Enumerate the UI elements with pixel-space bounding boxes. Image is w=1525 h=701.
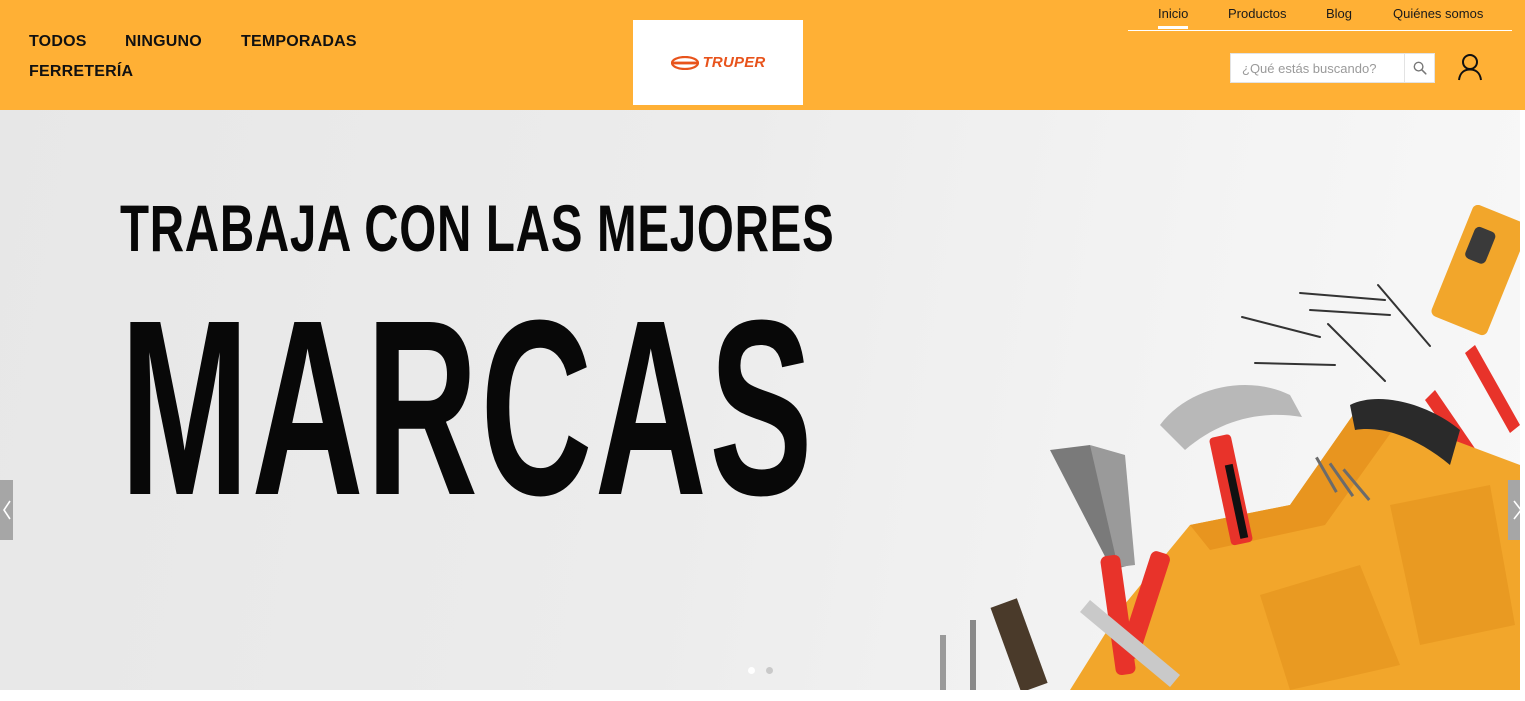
carousel-next-button[interactable] xyxy=(1508,480,1520,540)
carousel-dot-1[interactable] xyxy=(748,667,755,674)
tools-illustration xyxy=(940,205,1520,690)
search-button[interactable] xyxy=(1404,54,1435,82)
carousel-prev-button[interactable] xyxy=(0,480,13,540)
category-ninguno[interactable]: NINGUNO xyxy=(125,33,202,51)
logo-mark: TRUPER xyxy=(670,54,766,71)
hero-headline-small: TRABAJA CON LAS MEJORES xyxy=(120,191,835,265)
site-header: TODOS NINGUNO TEMPORADAS FERRETERÍA TRUP… xyxy=(0,0,1525,110)
category-temporadas[interactable]: TEMPORADAS xyxy=(241,33,357,51)
carousel-dot-2[interactable] xyxy=(766,667,773,674)
nav-inicio[interactable]: Inicio xyxy=(1158,6,1188,21)
nav-blog[interactable]: Blog xyxy=(1326,6,1352,21)
search-icon xyxy=(1413,61,1427,75)
chevron-right-icon xyxy=(1512,500,1520,520)
category-todos[interactable]: TODOS xyxy=(29,33,87,51)
hero-headline-large: MARCAS xyxy=(120,268,816,547)
screwdrivers-graphic xyxy=(940,598,1048,690)
hero-carousel: TRABAJA CON LAS MEJORES MARCAS xyxy=(0,110,1520,690)
nails-graphic xyxy=(1241,284,1431,382)
search-input[interactable] xyxy=(1231,54,1404,82)
nav-active-indicator xyxy=(1158,26,1188,29)
category-ferreteria[interactable]: FERRETERÍA xyxy=(29,63,133,81)
user-icon xyxy=(1458,54,1482,81)
user-account-button[interactable] xyxy=(1455,52,1485,82)
nav-productos[interactable]: Productos xyxy=(1228,6,1287,21)
chevron-left-icon xyxy=(2,500,11,520)
brand-logo[interactable]: TRUPER xyxy=(633,20,803,105)
search-box xyxy=(1230,53,1435,83)
truper-emblem-icon xyxy=(670,55,699,70)
page-scroll-edge xyxy=(1520,110,1525,701)
level-graphic xyxy=(1431,205,1520,336)
logo-text: TRUPER xyxy=(702,54,766,71)
nav-quienes-somos[interactable]: Quiénes somos xyxy=(1393,6,1483,21)
